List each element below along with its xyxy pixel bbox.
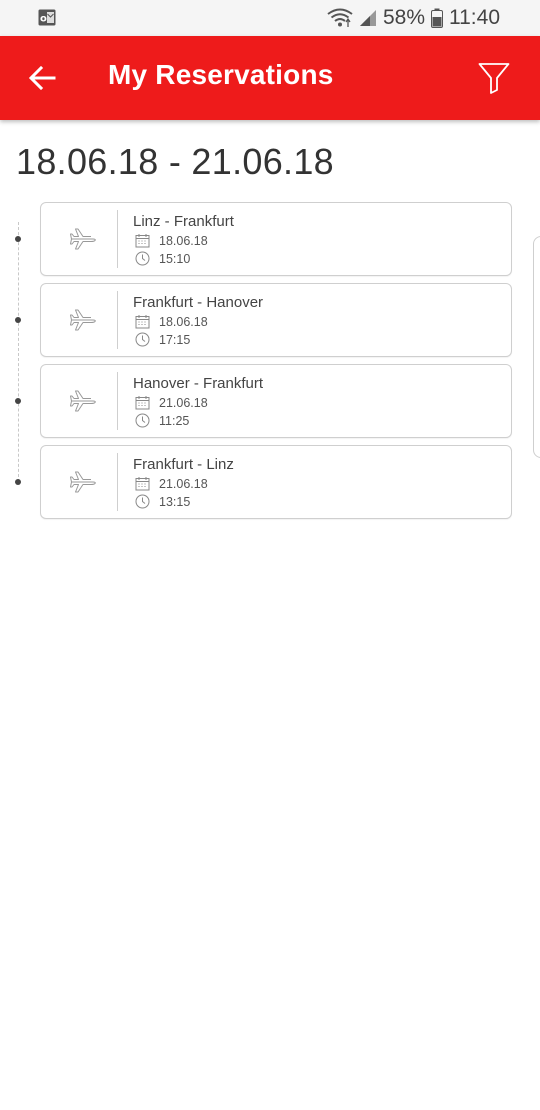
date-row: 21.06.18	[135, 476, 208, 491]
reservation-time: 13:15	[159, 494, 191, 509]
arrow-left-icon	[28, 66, 56, 90]
airplane-icon	[70, 390, 96, 412]
airplane-icon	[70, 228, 96, 250]
reservation-card[interactable]: Linz - Frankfurt 18.06.18 15:10	[40, 202, 512, 276]
page-title: My Reservations	[108, 59, 334, 90]
svg-text:o: o	[40, 14, 47, 25]
app-bar: My Reservations	[0, 36, 540, 120]
signal-icon	[359, 10, 376, 26]
status-bar: o 58% 11:40	[0, 0, 540, 36]
reservation-time: 17:15	[159, 332, 191, 347]
card-divider	[117, 291, 118, 349]
outlook-icon: o	[38, 9, 56, 26]
system-status: 58% 11:40	[327, 5, 500, 31]
route-label: Frankfurt - Hanover	[133, 294, 264, 311]
clock-icon	[135, 332, 150, 347]
clock: 11:40	[449, 6, 500, 29]
reservation-date: 21.06.18	[159, 476, 208, 491]
card-divider	[117, 453, 118, 511]
clock-icon	[135, 413, 150, 428]
reservation-time: 11:25	[159, 413, 190, 428]
route-label: Linz - Frankfurt	[133, 213, 234, 230]
time-row: 17:15	[135, 332, 190, 347]
route-label: Frankfurt - Linz	[133, 456, 234, 473]
date-row: 18.06.18	[135, 233, 208, 248]
reservation-card[interactable]: Hanover - Frankfurt 21.06.18 11:25	[40, 364, 512, 438]
filter-icon	[478, 63, 510, 94]
reservation-date: 21.06.18	[159, 395, 208, 410]
timeline-line	[18, 222, 19, 482]
time-row: 11:25	[135, 413, 189, 428]
next-panel-peek[interactable]	[533, 236, 540, 458]
timeline-dot	[15, 479, 21, 485]
clock-icon	[135, 494, 150, 509]
date-row: 21.06.18	[135, 395, 208, 410]
battery-percent: 58%	[382, 6, 425, 29]
battery-icon	[431, 8, 443, 28]
card-divider	[117, 372, 118, 430]
timeline-dot	[15, 236, 21, 242]
date-range-heading: 18.06.18 - 21.06.18	[16, 141, 334, 182]
route-label: Hanover - Frankfurt	[133, 375, 264, 392]
time-row: 15:10	[135, 251, 190, 266]
calendar-icon	[135, 315, 150, 329]
airplane-icon	[70, 309, 96, 331]
date-row: 18.06.18	[135, 314, 208, 329]
reservation-card[interactable]: Frankfurt - Linz 21.06.18 13:15	[40, 445, 512, 519]
timeline-dot	[15, 317, 21, 323]
calendar-icon	[135, 396, 150, 410]
airplane-icon	[70, 471, 96, 493]
reservation-date: 18.06.18	[159, 233, 208, 248]
calendar-icon	[135, 477, 150, 491]
notification-area: o	[38, 9, 56, 26]
reservation-card[interactable]: Frankfurt - Hanover 18.06.18 17:15	[40, 283, 512, 357]
reservation-date: 18.06.18	[159, 314, 208, 329]
time-row: 13:15	[135, 494, 190, 509]
calendar-icon	[135, 234, 150, 248]
wifi-icon	[327, 8, 353, 27]
clock-icon	[135, 251, 150, 266]
filter-button[interactable]	[472, 56, 516, 100]
reservation-time: 15:10	[159, 251, 191, 266]
timeline-dot	[15, 398, 21, 404]
back-button[interactable]	[22, 58, 62, 98]
card-divider	[117, 210, 118, 268]
